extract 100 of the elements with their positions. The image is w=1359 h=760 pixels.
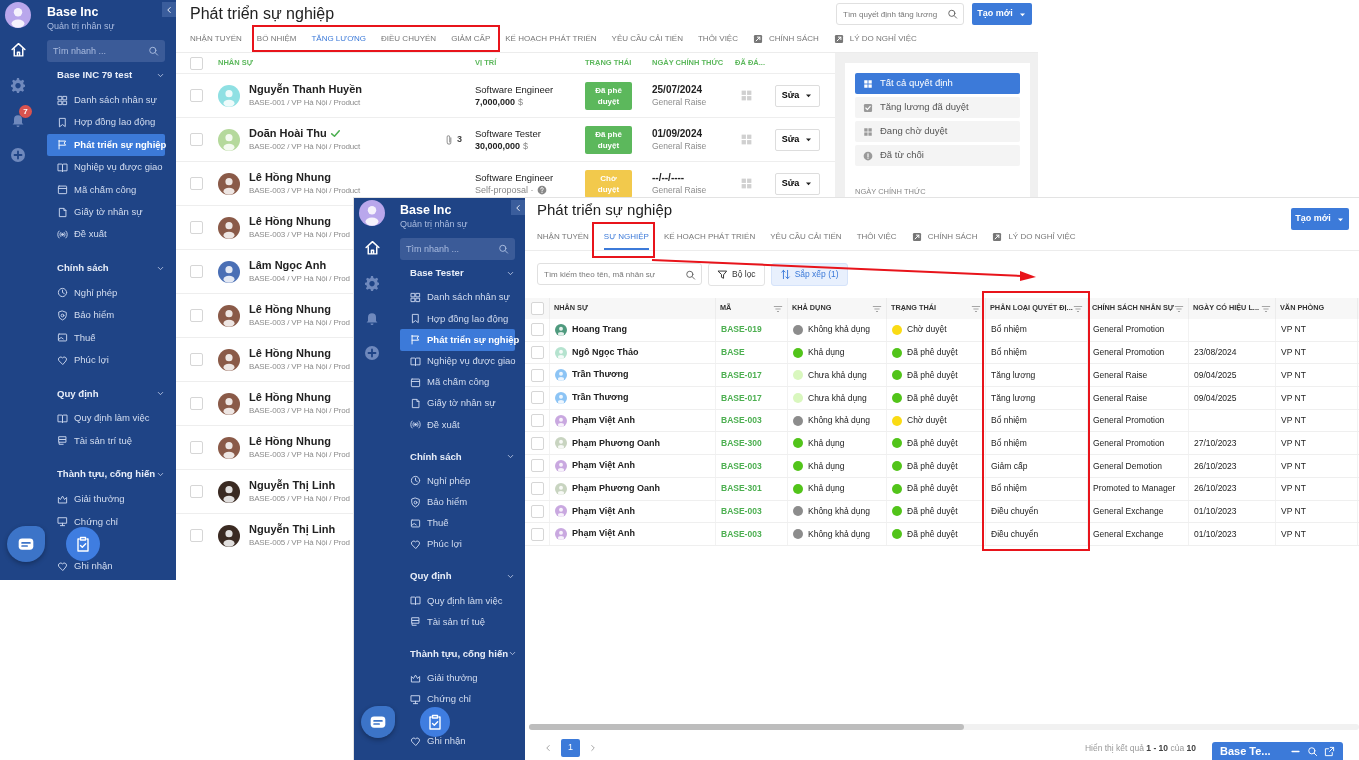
section-header[interactable]: Quy định — [47, 380, 165, 408]
checkbox[interactable] — [189, 133, 203, 146]
nav-item[interactable]: Ghi nhận — [47, 555, 165, 578]
tab[interactable]: YÊU CẦU CẢI TIẾN — [611, 28, 683, 52]
checkbox[interactable] — [530, 504, 544, 518]
scrollbar-track[interactable] — [529, 724, 1359, 730]
checkbox[interactable] — [530, 391, 544, 405]
nav-item[interactable]: Mã chấm công — [400, 371, 515, 393]
tab[interactable]: CHÍNH SÁCH — [753, 28, 819, 52]
checkbox[interactable] — [189, 56, 203, 70]
nav-item[interactable]: Bảo hiểm — [400, 491, 515, 513]
chat-widget[interactable]: Base Te... — [1212, 742, 1343, 760]
tab[interactable]: KẾ HOẠCH PHÁT TRIỂN — [663, 225, 756, 250]
section-header[interactable]: Chính sách — [400, 443, 515, 471]
nav-item[interactable]: Giải thưởng — [400, 667, 515, 689]
nav-item[interactable]: Nghiệp vụ được giao — [47, 156, 165, 179]
tab[interactable]: SỰ NGHIỆP — [603, 225, 649, 250]
nav-item[interactable]: Phát triển sự nghiệp — [47, 133, 165, 157]
section-header[interactable]: Thành tựu, cống hiến — [400, 640, 515, 668]
section-header[interactable]: Base Tester — [400, 260, 515, 287]
checkbox[interactable] — [530, 323, 544, 337]
nav-item[interactable]: Chứng chỉ — [47, 510, 165, 533]
chevron-left-icon[interactable] — [543, 743, 553, 753]
checkbox[interactable] — [530, 368, 544, 382]
checkbox[interactable] — [189, 309, 203, 322]
nav-item[interactable]: Giải thưởng — [47, 488, 165, 511]
nav-item[interactable]: Hợp đồng lao động — [400, 308, 515, 330]
tab[interactable]: BỔ NHIỆM — [256, 28, 297, 52]
edit-dropdown-button[interactable]: Sửa — [775, 128, 820, 151]
nav-item[interactable]: Quy định làm việc — [400, 590, 515, 612]
nav-item[interactable]: Đề xuất — [47, 223, 165, 246]
collapse-button[interactable] — [511, 200, 525, 215]
filter-icon[interactable] — [971, 303, 981, 314]
checkbox[interactable] — [530, 302, 544, 315]
scrollbar-thumb[interactable] — [529, 724, 964, 730]
checkbox[interactable] — [189, 177, 203, 190]
search-field[interactable]: Tìm nhanh ... — [47, 40, 165, 62]
checkbox[interactable] — [530, 482, 544, 496]
filter-item[interactable]: Đã từ chối — [855, 145, 1020, 166]
checkbox[interactable] — [189, 89, 203, 102]
nav-item[interactable]: Nghỉ phép — [400, 470, 515, 492]
nav-item[interactable]: Mã chấm công — [47, 178, 165, 201]
create-button[interactable]: Tạo mới — [1291, 208, 1349, 230]
filter-button[interactable]: Bộ lọc — [708, 263, 765, 286]
filter-item[interactable]: Đang chờ duyệt — [855, 121, 1020, 142]
section-header[interactable]: Base INC 79 test — [47, 62, 165, 89]
nav-item[interactable]: Thuế — [400, 512, 515, 534]
chevron-right-icon[interactable] — [588, 743, 598, 753]
filter-icon[interactable] — [1174, 303, 1184, 314]
page-button[interactable]: 1 — [561, 739, 580, 757]
search-field[interactable]: Tìm nhanh ... — [400, 238, 515, 260]
checkbox[interactable] — [189, 353, 203, 366]
nav-item[interactable]: Danh sách nhân sự — [47, 89, 165, 112]
nav-item[interactable]: Tài sản trí tuệ — [47, 429, 165, 453]
external-link-icon[interactable] — [1324, 745, 1335, 757]
tab[interactable]: KẾ HOẠCH PHÁT TRIỂN — [505, 28, 597, 52]
filter-icon[interactable] — [773, 303, 783, 314]
collapse-button[interactable] — [162, 2, 176, 17]
home-icon[interactable] — [363, 239, 381, 256]
checkbox[interactable] — [189, 265, 203, 278]
tab[interactable]: THÔI VIỆC — [697, 28, 738, 52]
tab[interactable]: THÔI VIỆC — [856, 225, 897, 250]
home-icon[interactable] — [9, 41, 27, 58]
search-field[interactable]: Tìm kiếm theo tên, mã nhân sự — [537, 263, 702, 285]
nav-item[interactable]: Quy định làm việc — [47, 407, 165, 430]
edit-dropdown-button[interactable]: Sửa — [775, 84, 820, 107]
nav-item[interactable]: Đề xuất — [400, 414, 515, 436]
nav-item[interactable]: Ghi nhận — [400, 731, 515, 753]
nav-item[interactable]: Hợp đồng lao động — [47, 111, 165, 134]
checkbox[interactable] — [530, 436, 544, 450]
edit-dropdown-button[interactable]: Sửa — [775, 172, 820, 195]
plus-icon[interactable] — [364, 344, 380, 361]
tab[interactable]: GIẢM CẤP — [451, 28, 491, 52]
filter-icon[interactable] — [1073, 303, 1083, 314]
checkbox[interactable] — [189, 221, 203, 234]
tab[interactable]: TĂNG LƯƠNG — [311, 28, 366, 52]
nav-item[interactable]: Danh sách nhân sự — [400, 287, 515, 309]
tab[interactable]: ĐIỀU CHUYỂN — [381, 28, 437, 52]
plus-icon[interactable] — [10, 146, 26, 163]
nav-item[interactable]: Bảo hiểm — [47, 304, 165, 327]
checkbox[interactable] — [189, 485, 203, 498]
search-field[interactable]: Tìm quyết định tăng lương — [836, 3, 964, 25]
tab[interactable]: YÊU CẦU CẢI TIẾN — [770, 225, 842, 250]
checkbox[interactable] — [530, 414, 544, 428]
checkbox[interactable] — [189, 397, 203, 410]
tab[interactable]: LÝ DO NGHỈ VIỆC — [992, 225, 1076, 250]
nav-item[interactable]: Nghỉ phép — [47, 281, 165, 305]
tab[interactable]: NHẬN TUYỂN — [537, 225, 589, 250]
nav-item[interactable]: Phúc lợi — [400, 533, 515, 556]
create-button[interactable]: Tạo mới — [972, 3, 1032, 25]
checkbox[interactable] — [189, 441, 203, 454]
search-icon[interactable] — [1307, 745, 1318, 757]
filter-item[interactable]: Tất cả quyết định — [855, 73, 1020, 94]
nav-item[interactable]: Chứng chỉ — [400, 688, 515, 710]
section-header[interactable]: Chính sách — [47, 254, 165, 282]
section-header[interactable]: Thành tựu, cống hiến — [47, 461, 165, 489]
nav-item[interactable]: Giấy tờ nhân sự — [47, 200, 165, 224]
settings-icon[interactable] — [10, 76, 26, 93]
tab[interactable]: LÝ DO NGHỈ VIỆC — [833, 28, 917, 52]
nav-item[interactable]: Giấy tờ nhân sự — [400, 392, 515, 415]
